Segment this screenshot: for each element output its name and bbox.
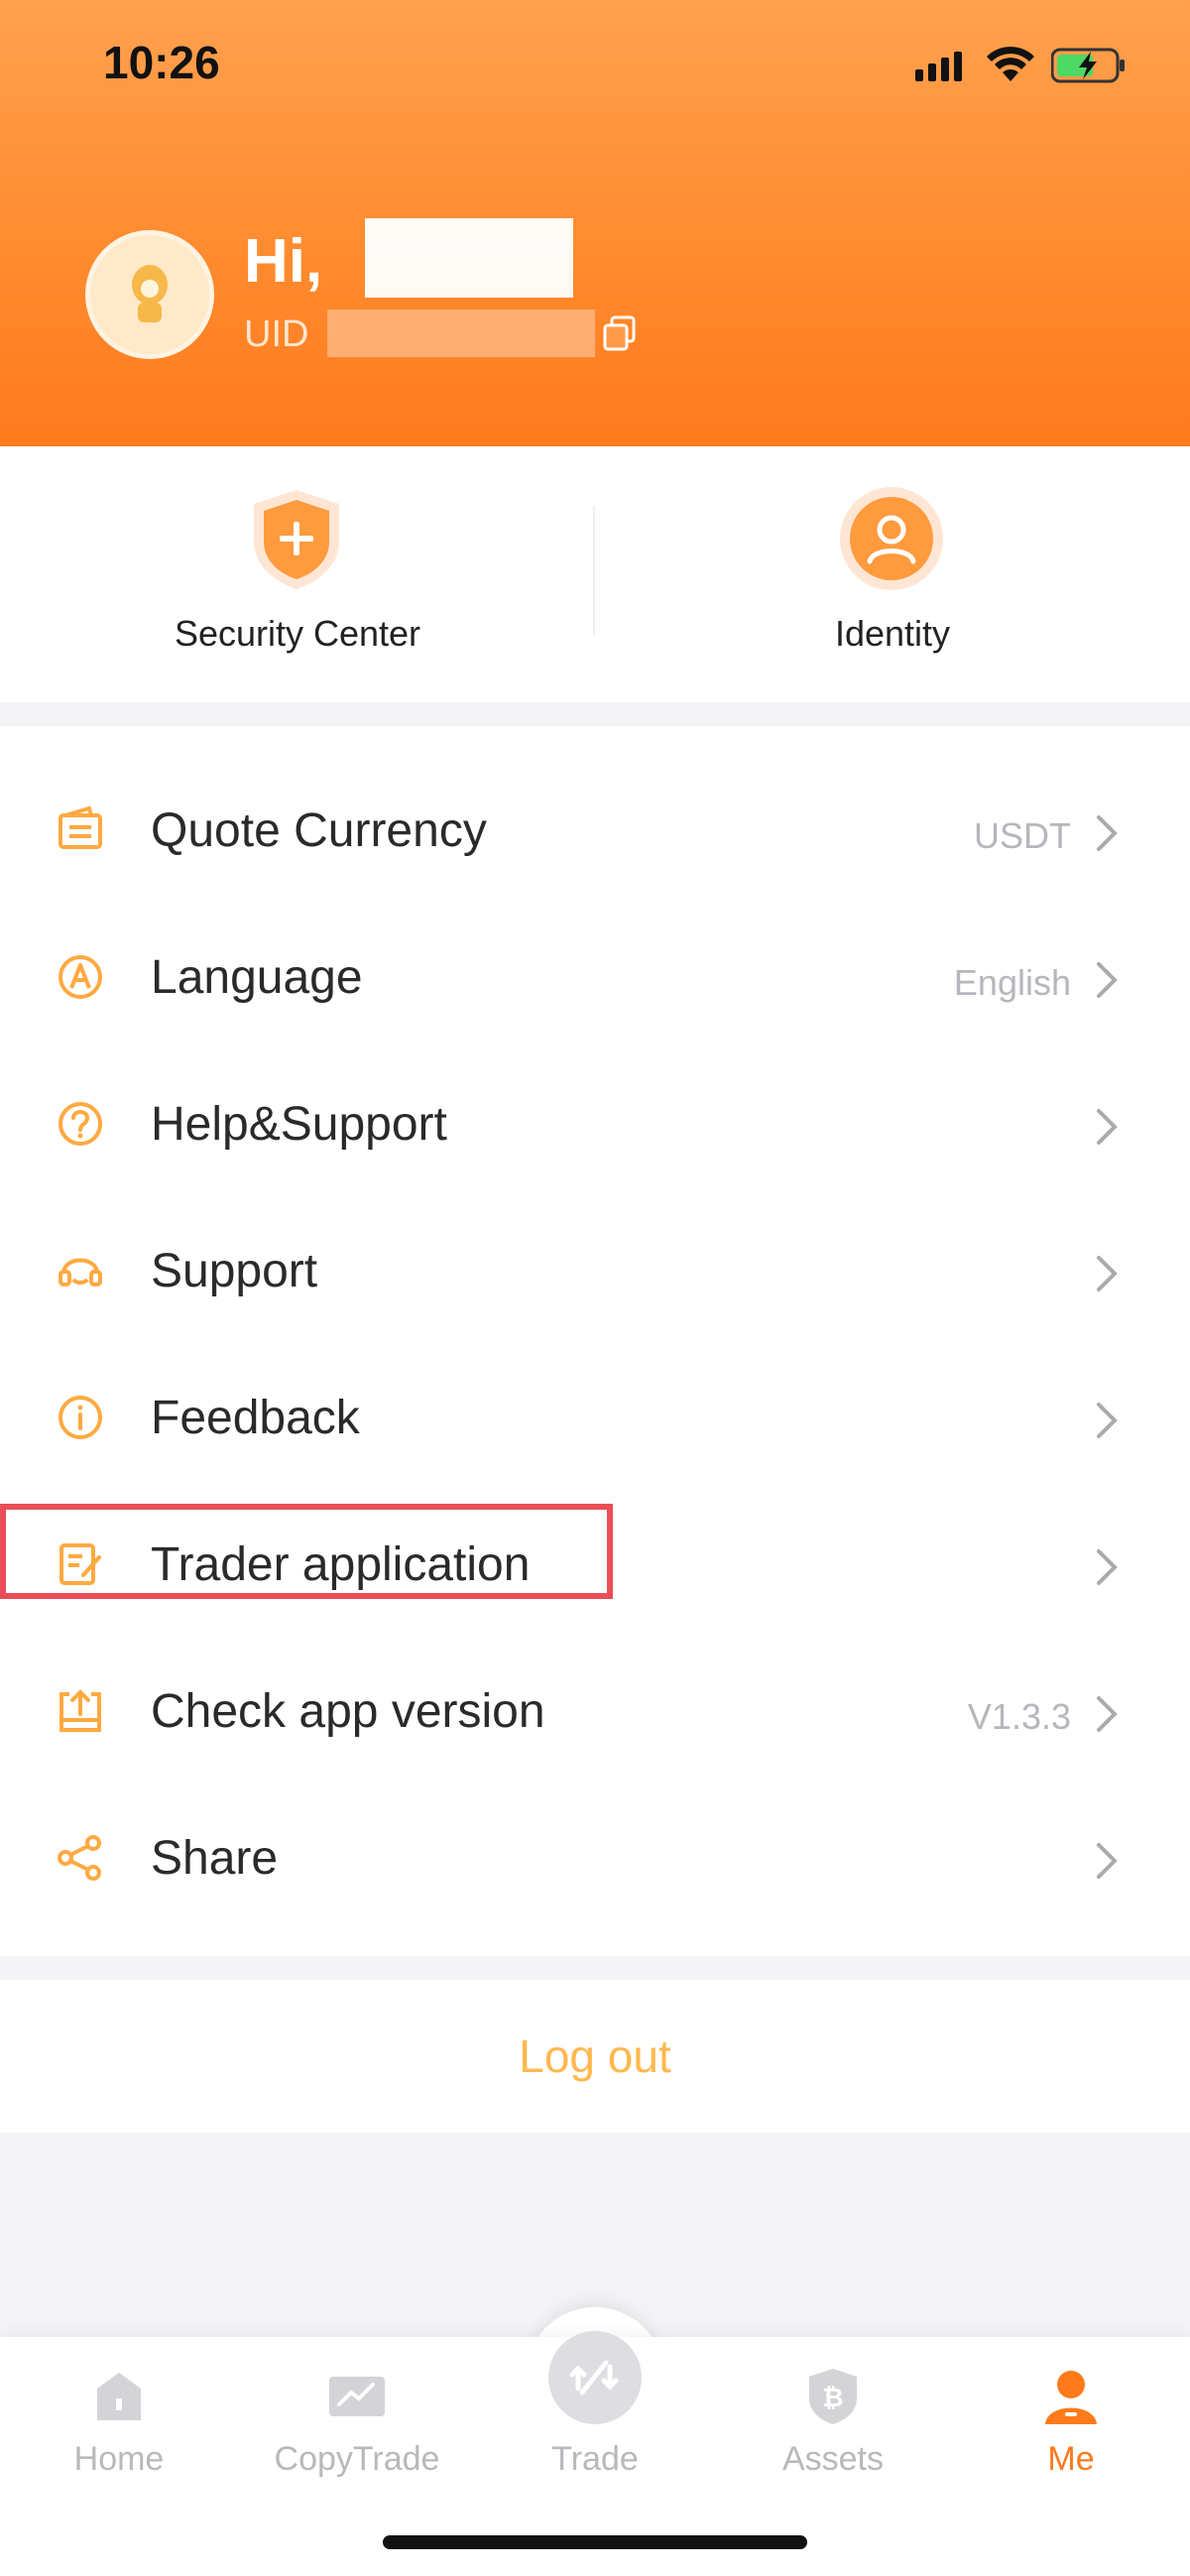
menu-item-value: V1.3.3 <box>967 1696 1071 1737</box>
shield-plus-icon <box>254 490 339 589</box>
menu-item-check-app-version[interactable]: Check app version V1.3.3 <box>0 1637 1190 1783</box>
help-icon <box>59 1102 102 1146</box>
chevron-right-icon <box>1097 1696 1118 1732</box>
chevron-right-icon <box>1097 1256 1118 1291</box>
chevron-right-icon <box>1097 815 1118 851</box>
menu-item-value: USDT <box>974 815 1071 856</box>
tab-label: Assets <box>781 2440 885 2478</box>
copy-icon[interactable] <box>603 315 637 351</box>
menu-item-label: Check app version <box>151 1685 545 1738</box>
menu-item-value: English <box>953 962 1071 1003</box>
trade-circle-button[interactable] <box>548 2331 642 2424</box>
share-icon <box>58 1835 101 1881</box>
language-icon <box>59 955 102 999</box>
profile-header: 10:26 Hi, UID <box>0 0 1190 446</box>
chevron-right-icon <box>1097 1843 1118 1879</box>
chevron-right-icon <box>1097 962 1118 998</box>
highlight-box <box>0 1504 613 1599</box>
menu-item-support[interactable]: Support <box>0 1196 1190 1343</box>
settings-menu: Quote Currency USDT Language English Hel… <box>0 726 1190 1956</box>
svg-text:₿: ₿ <box>822 2384 843 2413</box>
trade-icon <box>569 2360 619 2395</box>
menu-item-label: Language <box>151 951 363 1004</box>
tab-label: Home <box>73 2440 165 2478</box>
menu-item-quote-currency[interactable]: Quote Currency USDT <box>0 756 1190 903</box>
tab-label: CopyTrade <box>274 2440 440 2478</box>
uid-label: UID <box>244 313 309 355</box>
tab-copytrade[interactable]: CopyTrade <box>238 2337 476 2535</box>
copytrade-icon <box>329 2377 385 2416</box>
bitcoin-shield-icon: ₿ <box>809 2369 857 2424</box>
tab-assets[interactable]: ₿ Assets <box>714 2337 952 2535</box>
info-icon <box>59 1396 102 1439</box>
redacted-uid <box>327 309 595 357</box>
chevron-right-icon <box>1097 1549 1118 1585</box>
wallet-icon <box>59 805 102 849</box>
menu-item-feedback[interactable]: Feedback <box>0 1343 1190 1490</box>
menu-item-label: Feedback <box>151 1392 360 1444</box>
tab-label: Trade <box>551 2440 639 2478</box>
avatar[interactable] <box>85 230 214 359</box>
home-indicator <box>383 2535 807 2549</box>
menu-item-label: Share <box>151 1832 279 1885</box>
redacted-username <box>365 218 573 298</box>
chevron-right-icon <box>1097 1403 1118 1438</box>
menu-item-label: Quote Currency <box>151 804 487 857</box>
cellular-signal-icon <box>915 52 962 81</box>
tab-label: Me <box>1047 2440 1095 2478</box>
avatar-person-icon <box>132 265 168 322</box>
headset-icon <box>59 1258 102 1287</box>
menu-item-label: Support <box>151 1245 318 1297</box>
person-icon <box>1045 2371 1097 2424</box>
status-time: 10:26 <box>103 37 220 88</box>
quick-actions: Security Center Identity <box>0 446 1190 702</box>
status-bar: 10:26 <box>0 0 1190 129</box>
menu-item-help-support[interactable]: Help&Support <box>0 1049 1190 1196</box>
upload-icon <box>60 1689 101 1732</box>
security-center-label: Security Center <box>174 613 421 654</box>
menu-item-language[interactable]: Language English <box>0 903 1190 1049</box>
wifi-icon <box>987 47 1034 81</box>
identity-button[interactable]: Identity <box>595 446 1190 702</box>
logout-label: Log out <box>519 2030 671 2082</box>
tab-home[interactable]: Home <box>0 2337 238 2535</box>
user-circle-icon <box>840 487 943 590</box>
greeting-text: Hi, <box>244 227 323 296</box>
menu-item-share[interactable]: Share <box>0 1783 1190 1930</box>
chevron-right-icon <box>1097 1109 1118 1145</box>
identity-label: Identity <box>834 613 951 654</box>
menu-item-label: Help&Support <box>151 1098 447 1151</box>
home-icon <box>97 2373 141 2420</box>
battery-icon <box>1051 48 1125 83</box>
tab-me[interactable]: Me <box>952 2337 1190 2535</box>
logout-button[interactable]: Log out <box>0 1980 1190 2133</box>
security-center-button[interactable]: Security Center <box>0 446 595 702</box>
